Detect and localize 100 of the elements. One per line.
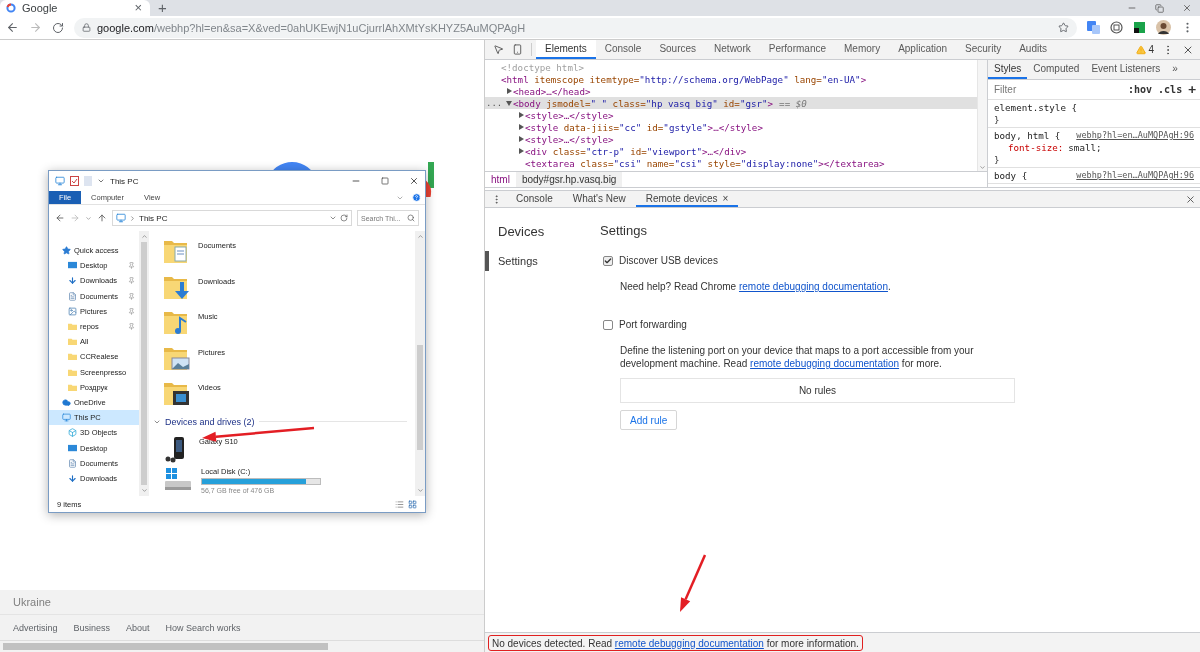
scrollbar[interactable] [139, 231, 149, 496]
large-icons-view-icon[interactable] [408, 499, 417, 509]
up-icon[interactable] [97, 213, 107, 223]
documentation-link[interactable]: remote debugging documentation [750, 358, 900, 369]
dom-row[interactable]: <style>…</style> [485, 109, 977, 121]
dom-row[interactable]: <textarea class="csi" name="csi" style="display:none"></textarea> [485, 157, 977, 169]
sidebar-item[interactable]: Settings [485, 251, 600, 271]
collapsed-triangle-icon[interactable] [518, 136, 524, 142]
rules-table: No rules [620, 378, 1015, 403]
collapsed-triangle-icon[interactable] [518, 148, 524, 154]
maximize-icon[interactable] [381, 177, 389, 185]
recent-locations-icon[interactable] [85, 214, 92, 222]
footer-link[interactable]: About [126, 622, 150, 633]
footer-link[interactable]: Business [73, 622, 111, 633]
bookmark-star-icon[interactable] [1058, 22, 1069, 33]
scroll-up-icon[interactable] [416, 233, 424, 240]
panel-tab[interactable]: Memory [835, 40, 890, 59]
source-link[interactable]: webhp?hl=en…AuMQPAgH:96 [1076, 130, 1194, 142]
annotation-arrow [680, 554, 707, 612]
close-tab-button[interactable]: × [722, 192, 729, 204]
browser-tab[interactable]: Google × [0, 0, 150, 16]
dom-row[interactable]: ... <body jsmodel=" " class="hp vasq big" id="gsr"> == $0 [485, 97, 977, 109]
help-text: Define the listening port on your device that maps to a port accessible from your development machine. Read remote debugging documentation for more. [620, 344, 975, 370]
drawer-tab[interactable]: Remote devices × [635, 191, 739, 207]
reload-icon[interactable] [52, 21, 64, 34]
close-tab-button[interactable]: × [132, 1, 144, 15]
styles-tab[interactable]: Computed [1027, 60, 1086, 79]
refresh-icon[interactable] [340, 214, 348, 222]
scrollbar[interactable] [977, 60, 987, 171]
panel-tab[interactable]: Console [595, 40, 651, 59]
css-declaration: font-size: small; [1007, 142, 1103, 154]
checkbox[interactable] [603, 255, 613, 266]
extension-icon[interactable] [1133, 21, 1146, 34]
collapsed-triangle-icon[interactable] [506, 88, 512, 94]
address-field[interactable]: google.com/webhp?hl=en&sa=X&ved=0ahUKEwjN1uCjurrlAhXMtYsKHYZ5AuMQPAgH [74, 17, 1077, 38]
collapsed-triangle-icon[interactable] [518, 124, 524, 130]
panel-tab[interactable]: Elements [536, 40, 596, 59]
documentation-link[interactable]: remote debugging documentation [738, 281, 888, 292]
footer-link[interactable]: How Search works [165, 622, 241, 633]
checkbox[interactable] [603, 319, 613, 330]
breadcrumb[interactable]: html [485, 172, 516, 187]
source-link[interactable]: webhp?hl=en…AuMQPAgH:96 [1076, 170, 1194, 182]
desktop-icon [68, 443, 77, 453]
extension-icon[interactable] [1110, 21, 1123, 34]
new-tab-button[interactable]: + [156, 0, 169, 16]
dom-row[interactable]: <html itemscope itemtype="http://schema.org/WebPage" lang="en-UA"> [485, 73, 977, 85]
expanded-triangle-icon[interactable] [506, 100, 512, 106]
hover-state-button[interactable]: :hov [1128, 84, 1153, 95]
dom-row[interactable]: <head>…</head> [485, 85, 977, 97]
back-icon[interactable] [55, 213, 65, 223]
documentation-link[interactable]: remote debugging documentation [614, 637, 764, 649]
panel-tab[interactable]: Audits [1010, 40, 1056, 59]
scroll-down-icon[interactable] [979, 164, 986, 171]
scroll-down-icon[interactable] [416, 487, 424, 494]
scrollbar[interactable] [415, 231, 425, 496]
properties-icon[interactable] [70, 176, 79, 186]
class-button[interactable]: .cls [1158, 84, 1183, 95]
close-icon[interactable] [409, 176, 419, 186]
panel-tab[interactable]: Performance [759, 40, 835, 59]
cloud-icon [62, 397, 71, 407]
footer-link[interactable]: Advertising [13, 622, 58, 633]
address-field[interactable]: This PC [112, 210, 352, 226]
help-icon[interactable] [412, 193, 421, 202]
details-view-icon[interactable] [395, 499, 404, 509]
drawer-tab[interactable]: What's New [562, 191, 636, 207]
customize-icon[interactable] [97, 177, 105, 185]
styles-tab[interactable]: Styles [988, 60, 1028, 79]
scroll-down-icon[interactable] [140, 487, 148, 494]
chevron-icon [129, 214, 136, 222]
avatar-icon[interactable] [1156, 20, 1171, 35]
panel-tab[interactable]: Application [889, 40, 957, 59]
restore-icon[interactable] [1155, 3, 1164, 13]
warning-count[interactable]: 4 [1136, 44, 1154, 55]
collapsed-triangle-icon[interactable] [518, 112, 524, 118]
dropdown-icon[interactable] [329, 214, 337, 222]
more-tabs-button[interactable]: » [1166, 60, 1184, 79]
dom-row[interactable]: <style data-jiis="cc" id="gstyle">…</style> [485, 121, 977, 133]
device-toolbar-icon[interactable] [512, 44, 523, 55]
panel-tab[interactable]: Sources [650, 40, 706, 59]
drawer-tab[interactable]: Console [506, 191, 563, 207]
scrollbar[interactable] [0, 640, 484, 652]
filter-field[interactable]: Filter [992, 83, 1122, 96]
close-drawer-icon[interactable] [1185, 193, 1196, 205]
close-icon[interactable] [1182, 3, 1192, 13]
inspect-icon[interactable] [493, 44, 504, 55]
computer-icon [55, 176, 65, 186]
panel-tab[interactable]: Network [705, 40, 760, 59]
add-rule-button[interactable]: + [1188, 82, 1196, 97]
dom-row[interactable]: <div class="ctr-p" id="viewport">…</div> [485, 145, 977, 157]
add-rule-button[interactable]: Add rule [620, 410, 678, 430]
panel-tab[interactable]: Security [956, 40, 1011, 59]
breadcrumb[interactable]: body#gsr.hp.vasq.big [515, 172, 623, 187]
group-header[interactable]: Devices and drives (2) [153, 414, 407, 429]
translate-icon[interactable] [1087, 21, 1100, 34]
scroll-up-icon[interactable] [140, 233, 148, 240]
dom-row[interactable]: <style>…</style> [485, 133, 977, 145]
back-icon[interactable] [6, 21, 19, 34]
styles-tab[interactable]: Event Listeners [1085, 60, 1167, 79]
forward-icon[interactable] [29, 21, 42, 34]
download-icon [68, 276, 77, 286]
